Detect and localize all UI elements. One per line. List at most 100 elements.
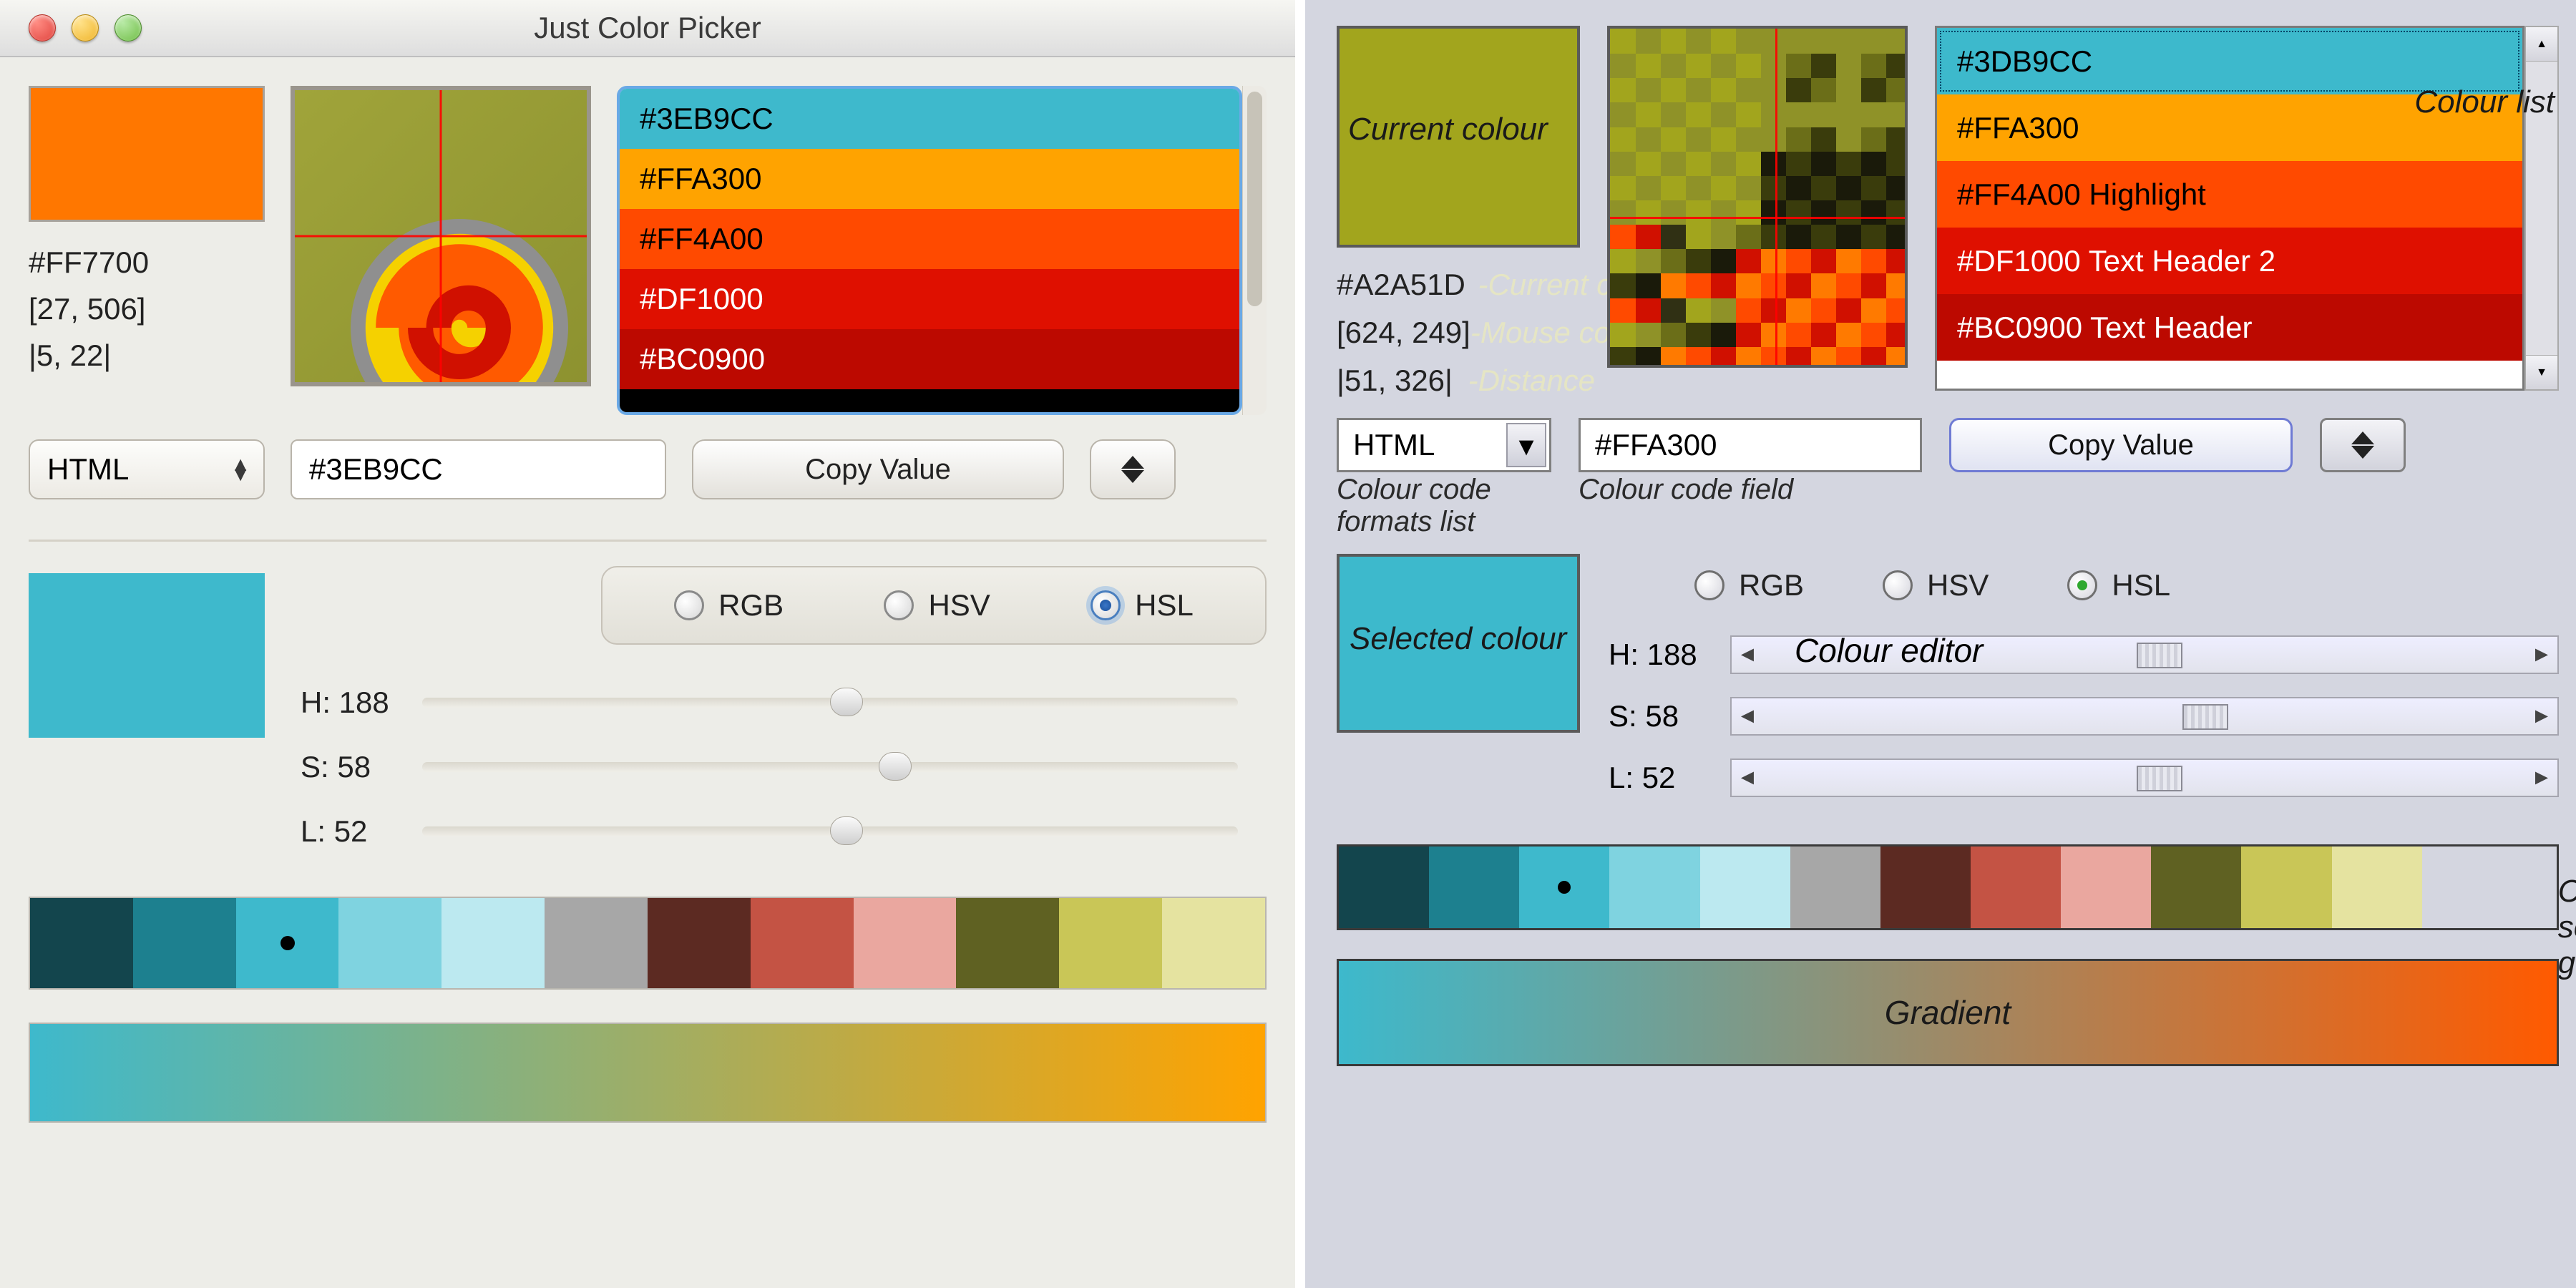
scheme-swatch[interactable] (30, 898, 133, 988)
colour-scheme-strip[interactable] (29, 897, 1267, 990)
selected-colour-swatch (29, 573, 265, 738)
arrow-left-icon[interactable]: ◄ (1732, 766, 1763, 790)
mode-rgb[interactable]: RGB (1694, 568, 1804, 602)
mode-rgb-label: RGB (718, 588, 784, 623)
colour-code-field[interactable]: #FFA300 (1579, 418, 1922, 472)
scheme-swatch[interactable] (648, 898, 751, 988)
scheme-swatch[interactable] (545, 898, 648, 988)
label-colour-editor: Colour editor (1795, 631, 1983, 670)
step-down-icon[interactable] (2351, 446, 2374, 459)
colour-list-scrollbar[interactable]: ▲ ▼ (2524, 26, 2559, 391)
selected-colour-swatch: Selected colour (1337, 554, 1580, 733)
colour-list-item[interactable]: #FF4A00 Highlight (1937, 161, 2522, 228)
slider-thumb-icon[interactable] (2182, 704, 2228, 730)
list-stepper[interactable] (1090, 439, 1176, 499)
current-colour-swatch (29, 86, 265, 222)
step-down-icon[interactable] (1121, 470, 1144, 483)
colour-list-item[interactable] (620, 389, 1239, 412)
mode-hsl[interactable]: HSL (1091, 588, 1194, 623)
current-colour-code: #FF7700 (29, 239, 265, 286)
copy-value-button[interactable]: Copy Value (692, 439, 1064, 499)
mode-hsv[interactable]: HSV (1883, 568, 1989, 602)
colour-list[interactable]: #3DB9CC#FFA300#FF4A00 Highlight#DF1000 T… (1935, 26, 2524, 391)
slider-s[interactable] (422, 762, 1238, 772)
scheme-swatch[interactable] (956, 898, 1059, 988)
format-select[interactable]: HTML ▲▼ (29, 439, 265, 499)
scheme-swatch[interactable] (441, 898, 545, 988)
scheme-swatch[interactable] (2151, 847, 2241, 928)
colour-list-item[interactable]: #BC0900 Text Header (1937, 294, 2522, 361)
slider-s-label: S: 58 (301, 750, 422, 784)
crosshair-horizontal-icon (1610, 217, 1905, 219)
gradient-strip[interactable] (29, 1023, 1267, 1123)
scheme-swatch[interactable] (2061, 847, 2151, 928)
mode-hsl[interactable]: HSL (2067, 568, 2170, 602)
slider-thumb-icon[interactable] (2137, 643, 2182, 668)
radio-icon (884, 590, 914, 620)
scheme-swatch[interactable] (2241, 847, 2331, 928)
slider-thumb-icon[interactable] (2137, 766, 2182, 791)
scheme-swatch[interactable] (854, 898, 957, 988)
mode-hsv[interactable]: HSV (884, 588, 990, 623)
step-up-icon[interactable] (1121, 456, 1144, 469)
mode-hsv-label: HSV (1927, 568, 1989, 602)
arrow-right-icon[interactable]: ► (2526, 643, 2557, 667)
arrow-left-icon[interactable]: ◄ (1732, 704, 1763, 728)
colour-list-item[interactable]: #FFA300 (620, 149, 1239, 209)
scroll-up-button[interactable]: ▲ (2526, 27, 2557, 62)
gradient-strip[interactable]: Gradient (1337, 959, 2559, 1066)
scheme-swatch[interactable] (2332, 847, 2422, 928)
scheme-swatch[interactable] (1339, 847, 1429, 928)
colour-list-item[interactable]: #DF1000 (620, 269, 1239, 329)
scheme-swatch[interactable] (133, 898, 236, 988)
arrow-right-icon[interactable]: ► (2526, 766, 2557, 790)
slider-l[interactable] (422, 826, 1238, 836)
scheme-swatch[interactable] (1162, 898, 1265, 988)
scheme-swatch[interactable] (1971, 847, 2061, 928)
format-select-value: HTML (47, 452, 129, 487)
scheme-swatch[interactable] (1790, 847, 1880, 928)
chevron-down-icon: ▼ (2536, 366, 2547, 379)
colour-list-item[interactable]: #BC0900 (620, 329, 1239, 389)
colour-list-scrollbar[interactable] (1242, 86, 1267, 415)
title-bar[interactable]: Just Color Picker (0, 0, 1295, 57)
slider-thumb-icon[interactable] (879, 752, 912, 781)
slider-h[interactable] (422, 698, 1238, 708)
scheme-swatch[interactable] (1519, 847, 1609, 928)
slider-thumb-icon[interactable] (830, 816, 863, 845)
radio-selected-icon (2067, 570, 2097, 600)
slider-l[interactable]: ◄► (1730, 758, 2559, 797)
colour-list-item[interactable]: #FF4A00 (620, 209, 1239, 269)
colour-code-value: #3EB9CC (309, 452, 443, 487)
slider-thumb-icon[interactable] (830, 688, 863, 716)
scheme-swatch[interactable] (1880, 847, 1971, 928)
arrow-right-icon[interactable]: ► (2526, 704, 2557, 728)
slider-s[interactable]: ◄► (1730, 697, 2559, 736)
scheme-swatch[interactable] (338, 898, 441, 988)
label-formats-list: Colour code formats list (1337, 474, 1551, 538)
scheme-swatch[interactable] (1609, 847, 1699, 928)
colour-list-item[interactable]: #DF1000 Text Header 2 (1937, 228, 2522, 294)
label-distance: Distance (1478, 364, 1595, 397)
colour-list[interactable]: #3EB9CC#FFA300#FF4A00#DF1000#BC0900 (617, 86, 1242, 415)
scheme-swatch[interactable] (1429, 847, 1519, 928)
scheme-swatch[interactable] (1059, 898, 1162, 988)
arrow-left-icon[interactable]: ◄ (1732, 643, 1763, 667)
mode-rgb[interactable]: RGB (674, 588, 784, 623)
dropdown-button[interactable]: ▾ (1506, 423, 1546, 467)
scheme-swatch[interactable] (1700, 847, 1790, 928)
colour-scheme-strip[interactable]: Colour scheme generator (1337, 844, 2559, 930)
scheme-swatch[interactable] (751, 898, 854, 988)
list-stepper[interactable] (2320, 418, 2406, 472)
label-code-field: Colour code field (1579, 474, 1793, 506)
scheme-swatch[interactable] (236, 898, 339, 988)
colour-list-item[interactable]: #3EB9CC (620, 89, 1239, 149)
scroll-down-button[interactable]: ▼ (2526, 355, 2557, 389)
step-up-icon[interactable] (2351, 431, 2374, 444)
copy-value-button[interactable]: Copy Value (1949, 418, 2293, 472)
format-select[interactable]: HTML ▾ (1337, 418, 1551, 472)
slider-s-label: S: 58 (1609, 699, 1730, 733)
scrollbar-thumb[interactable] (1247, 92, 1262, 306)
radio-icon (1883, 570, 1913, 600)
colour-code-field[interactable]: #3EB9CC (291, 439, 666, 499)
